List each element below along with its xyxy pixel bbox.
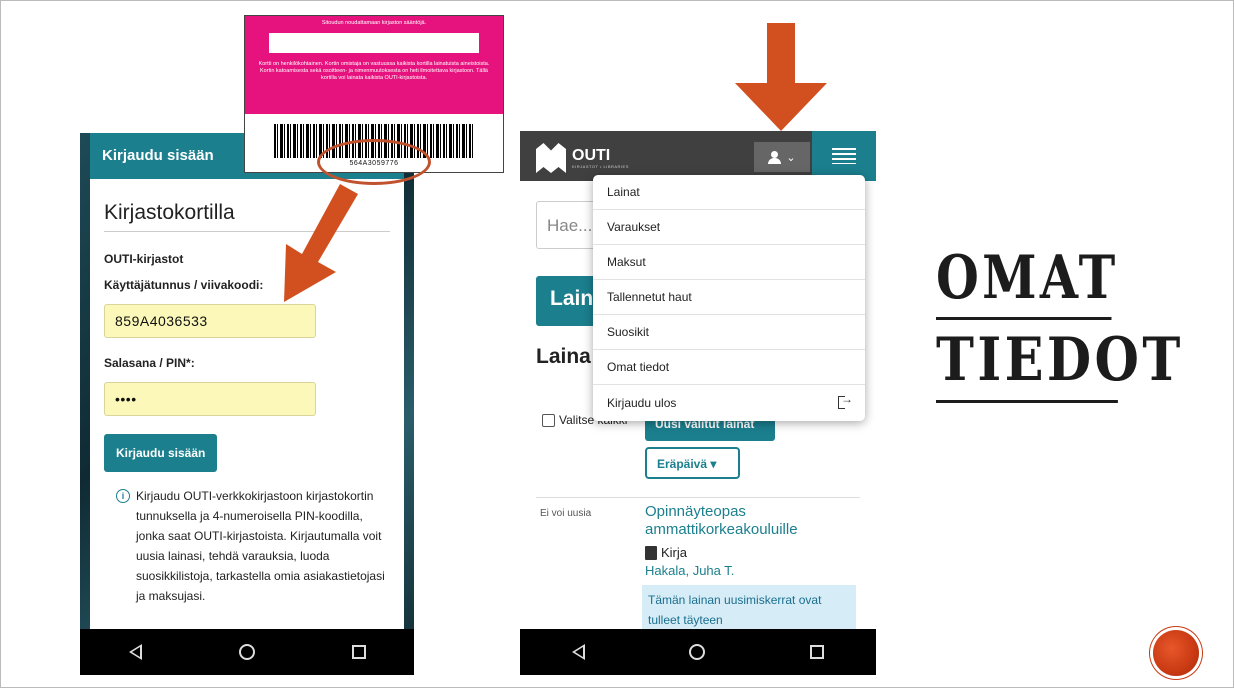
- down-arrow-icon: [735, 23, 827, 131]
- sort-dropdown[interactable]: Eräpäivä ▾: [645, 447, 740, 479]
- loan-status: Ei voi uusia: [540, 508, 592, 519]
- menu-item-omat-tiedot[interactable]: Omat tiedot: [593, 350, 865, 385]
- card-front: Sitoudun noudattamaan kirjaston sääntöjä…: [245, 16, 503, 114]
- user-dropdown-menu: Lainat Varaukset Maksut Tallennetut haut…: [593, 175, 865, 421]
- recents-icon[interactable]: [351, 645, 366, 659]
- loan-title-link[interactable]: Opinnäyteopas ammattikorkeakouluille: [645, 503, 855, 539]
- renewal-alert: Tämän lainan uusimiskerrat ovat tulleet …: [642, 585, 856, 635]
- main-menu-button[interactable]: [812, 131, 876, 181]
- back-icon[interactable]: [572, 644, 586, 660]
- title-line-2: TIEDOT: [936, 320, 1180, 403]
- section-heading: Laina: [536, 345, 591, 368]
- loan-type: Kirja: [645, 545, 687, 560]
- library-phone: OUTI KIRJASTOT • LIBRARIES ⌄ Hae... Lain…: [520, 131, 876, 675]
- slide: Kirjaudu sisään Kirjastokortilla OUTI-ki…: [0, 0, 1234, 688]
- outi-logo[interactable]: OUTI KIRJASTOT • LIBRARIES: [536, 143, 629, 173]
- loan-type-label: Kirja: [661, 545, 688, 560]
- login-info: i Kirjaudu OUTI-verkkokirjastoon kirjast…: [104, 486, 390, 606]
- login-info-text: Kirjaudu OUTI-verkkokirjastoon kirjastok…: [136, 489, 385, 603]
- home-icon[interactable]: [689, 644, 706, 660]
- book-icon: [645, 545, 657, 560]
- menu-item-varaukset[interactable]: Varaukset: [593, 210, 865, 245]
- loan-author-link[interactable]: Hakala, Juha T.: [645, 563, 734, 578]
- android-navbar: [80, 629, 414, 675]
- home-icon[interactable]: [238, 644, 255, 660]
- password-label: Salasana / PIN*:: [104, 356, 195, 370]
- recents-icon[interactable]: [809, 645, 824, 659]
- logo-subtext: KIRJASTOT • LIBRARIES: [572, 163, 629, 169]
- menu-item-suosikit[interactable]: Suosikit: [593, 315, 865, 350]
- menu-item-label: Suosikit: [607, 325, 650, 339]
- login-button[interactable]: Kirjaudu sisään: [104, 434, 218, 472]
- card-body-text: Kortti on henkilökohtainen. Kortin omist…: [258, 61, 490, 81]
- username-field[interactable]: 859A4036533: [104, 304, 316, 338]
- hamburger-icon: [832, 148, 856, 164]
- user-menu-button[interactable]: ⌄: [754, 142, 810, 172]
- menu-item-maksut[interactable]: Maksut: [593, 245, 865, 280]
- card-top-text: Sitoudun noudattamaan kirjaston sääntöjä…: [321, 20, 427, 26]
- menu-item-label: Omat tiedot: [607, 360, 670, 374]
- barcode-highlight-oval: [317, 139, 431, 185]
- menu-item-label: Varaukset: [607, 220, 661, 234]
- password-field[interactable]: ••••: [104, 382, 316, 416]
- checkbox-icon[interactable]: [542, 413, 555, 427]
- divider: [536, 497, 860, 498]
- app-header: OUTI KIRJASTOT • LIBRARIES ⌄: [520, 131, 876, 181]
- logo-text: OUTI: [572, 146, 611, 164]
- decorative-circle: [1153, 630, 1199, 676]
- title-line-1: OMAT: [936, 241, 1115, 320]
- card-name-field: [269, 33, 479, 53]
- outi-logo-icon: [536, 143, 566, 173]
- menu-item-label: Maksut: [607, 255, 646, 269]
- menu-item-tallennetut-haut[interactable]: Tallennetut haut: [593, 280, 865, 315]
- slide-title: OMAT TIEDOT: [936, 241, 1180, 403]
- menu-item-label: Lainat: [607, 185, 640, 199]
- back-icon[interactable]: [128, 644, 142, 660]
- logout-icon: [838, 392, 853, 409]
- diagonal-arrow-icon: [284, 184, 358, 302]
- menu-item-label: Tallennetut haut: [607, 290, 692, 304]
- android-navbar: [520, 629, 876, 675]
- info-icon: i: [116, 489, 130, 503]
- user-icon: [768, 150, 782, 164]
- menu-item-kirjaudu-ulos[interactable]: Kirjaudu ulos: [593, 385, 865, 420]
- menu-item-lainat[interactable]: Lainat: [593, 175, 865, 210]
- chevron-down-icon: ⌄: [786, 151, 796, 164]
- menu-item-label: Kirjaudu ulos: [607, 395, 677, 410]
